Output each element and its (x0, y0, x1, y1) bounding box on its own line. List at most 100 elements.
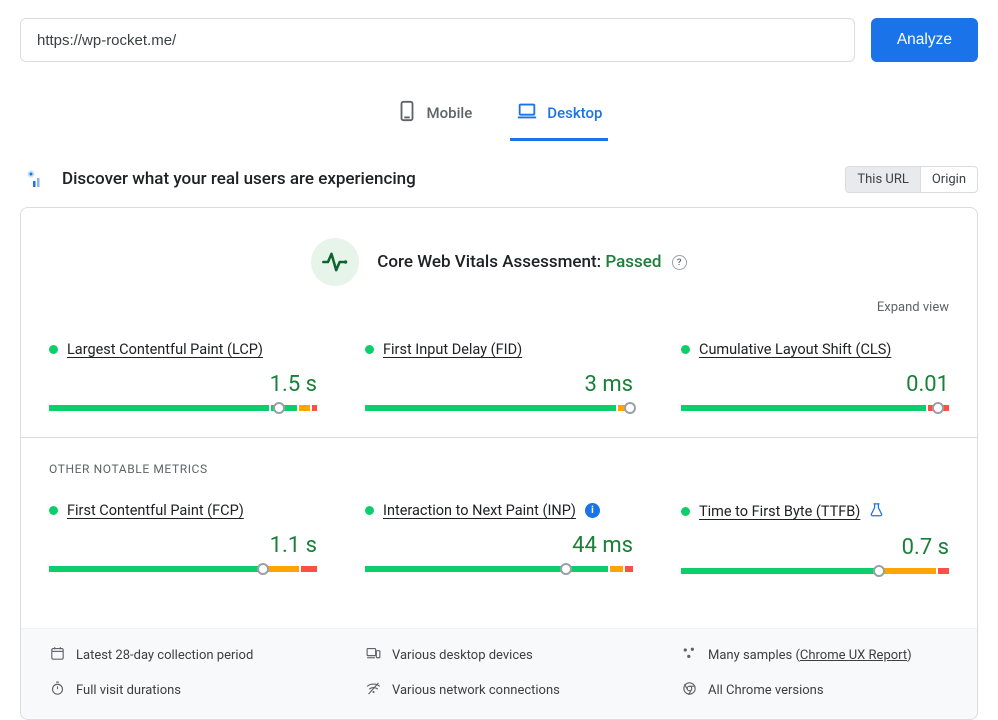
footer-durations: Full visit durations (49, 680, 317, 701)
distribution-bar (681, 405, 949, 411)
discover-icon (20, 165, 48, 193)
other-metrics-heading: OTHER NOTABLE METRICS (49, 462, 949, 476)
pulse-icon (311, 238, 359, 286)
status-dot (49, 345, 58, 354)
bar-segment (681, 568, 876, 574)
chrome-icon (681, 680, 698, 701)
expand-view-link[interactable]: Expand view (49, 300, 949, 315)
info-icon[interactable]: i (585, 503, 600, 518)
metric-name-link[interactable]: First Input Delay (FID) (383, 341, 522, 358)
network-icon (365, 680, 382, 701)
core-metrics-grid: Largest Contentful Paint (LCP) 1.5 s Fir… (49, 341, 949, 437)
tab-mobile-label: Mobile (427, 104, 473, 122)
metric-value: 3 ms (365, 372, 633, 397)
scatter-icon (681, 645, 698, 666)
assessment-row: Core Web Vitals Assessment: Passed ? (49, 238, 949, 286)
status-dot (365, 506, 374, 515)
assessment-text: Core Web Vitals Assessment: Passed ? (377, 252, 686, 272)
metric-value: 1.5 s (49, 372, 317, 397)
distribution-bar (49, 405, 317, 411)
metric-value: 0.01 (681, 372, 949, 397)
metric-ttfb: Time to First Byte (TTFB) 0.7 s (681, 502, 949, 574)
metric-value: 1.1 s (49, 533, 317, 558)
footer-collection-period: Latest 28-day collection period (49, 645, 317, 666)
distribution-marker (273, 402, 285, 414)
distribution-marker (560, 563, 572, 575)
footer-devices-text: Various desktop devices (392, 648, 533, 663)
tab-desktop-label: Desktop (547, 104, 602, 122)
assessment-prefix: Core Web Vitals Assessment: (377, 252, 605, 272)
status-dot (681, 507, 690, 516)
bar-segment (299, 405, 309, 411)
bar-segment (610, 566, 623, 572)
section-title: Discover what your real users are experi… (62, 169, 416, 189)
bar-segment (681, 405, 926, 411)
device-tabs: Mobile Desktop (0, 90, 998, 141)
metric-name-link[interactable]: Largest Contentful Paint (LCP) (67, 341, 263, 358)
metric-value: 0.7 s (681, 535, 949, 560)
divider (21, 437, 977, 438)
footer-durations-text: Full visit durations (76, 683, 181, 698)
cwv-card: Core Web Vitals Assessment: Passed ? Exp… (20, 207, 978, 720)
metric-name-link[interactable]: Interaction to Next Paint (INP) (383, 502, 576, 519)
footer-samples-text: Many samples (Chrome UX Report) (708, 648, 912, 663)
experimental-icon[interactable] (869, 502, 884, 521)
metric-fcp: First Contentful Paint (FCP) 1.1 s (49, 502, 317, 574)
distribution-bar (365, 566, 633, 572)
assessment-result: Passed (605, 252, 661, 272)
laptop-icon (516, 100, 538, 126)
calendar-icon (49, 645, 66, 666)
distribution-marker (932, 402, 944, 414)
metric-name-link[interactable]: Cumulative Layout Shift (CLS) (699, 341, 891, 358)
phone-icon (396, 100, 418, 126)
metric-inp: Interaction to Next Paint (INP) i 44 ms (365, 502, 633, 574)
toggle-this-url[interactable]: This URL (846, 167, 919, 192)
distribution-marker (873, 565, 885, 577)
footer-connections: Various network connections (365, 680, 633, 701)
bar-segment (301, 566, 317, 572)
bar-segment (625, 566, 633, 572)
stopwatch-icon (49, 680, 66, 701)
toggle-origin[interactable]: Origin (920, 167, 977, 192)
footer-samples: Many samples (Chrome UX Report) (681, 645, 949, 666)
other-metrics-grid: First Contentful Paint (FCP) 1.1 s Inter… (49, 502, 949, 600)
footer-versions-text: All Chrome versions (708, 683, 824, 698)
distribution-bar (49, 566, 317, 572)
metric-name-link[interactable]: Time to First Byte (TTFB) (699, 503, 860, 520)
samples-prefix: Many samples ( (708, 648, 800, 663)
tab-mobile[interactable]: Mobile (390, 90, 479, 141)
bar-segment (312, 405, 317, 411)
bar-segment (365, 405, 616, 411)
metric-name-link[interactable]: First Contentful Paint (FCP) (67, 502, 244, 519)
bar-segment (878, 568, 936, 574)
distribution-bar (681, 568, 949, 574)
devices-icon (365, 645, 382, 666)
distribution-marker (257, 563, 269, 575)
tab-desktop[interactable]: Desktop (510, 90, 608, 141)
footer-versions: All Chrome versions (681, 680, 949, 701)
help-icon[interactable]: ? (672, 255, 687, 270)
status-dot (365, 345, 374, 354)
status-dot (681, 345, 690, 354)
metric-fid: First Input Delay (FID) 3 ms (365, 341, 633, 411)
scope-toggle: This URL Origin (845, 166, 978, 193)
metric-cls: Cumulative Layout Shift (CLS) 0.01 (681, 341, 949, 411)
distribution-bar (365, 405, 633, 411)
samples-suffix: ) (907, 648, 912, 663)
url-input[interactable] (20, 18, 855, 62)
footer-connections-text: Various network connections (392, 683, 560, 698)
metric-value: 44 ms (365, 533, 633, 558)
distribution-marker (624, 402, 636, 414)
bar-segment (49, 405, 269, 411)
analyze-button[interactable]: Analyze (871, 18, 978, 62)
footer-period-text: Latest 28-day collection period (76, 648, 253, 663)
status-dot (49, 506, 58, 515)
section-header: Discover what your real users are experi… (0, 165, 998, 193)
footer-devices: Various desktop devices (365, 645, 633, 666)
metric-lcp: Largest Contentful Paint (LCP) 1.5 s (49, 341, 317, 411)
top-input-row: Analyze (0, 0, 998, 62)
bar-segment (49, 566, 260, 572)
bar-segment (938, 568, 949, 574)
footer-info: Latest 28-day collection period Various … (21, 628, 977, 719)
chrome-ux-report-link[interactable]: Chrome UX Report (800, 648, 907, 663)
